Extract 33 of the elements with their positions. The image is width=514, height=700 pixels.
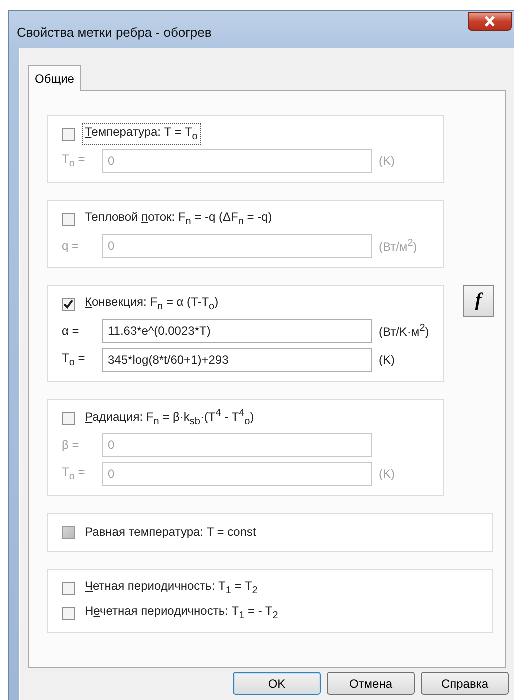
close-button[interactable] <box>468 12 512 31</box>
field-label: T$_{o}$ = <box>62 152 86 170</box>
dialog-button[interactable]: Отмена <box>327 672 415 695</box>
window-title: Свойства метки ребра - обогрев <box>16 24 212 40</box>
field-label: T$_{o}$ = <box>62 465 86 483</box>
checkbox[interactable] <box>62 128 75 140</box>
unit-label: (K) <box>379 353 395 367</box>
checkbox-label[interactable]: Тепловой поток: F$_{n}$ = -q (ΔF$_{n}$ = -q) <box>82 208 276 230</box>
unit-label: (Вт/м$^{2}$) <box>379 238 418 254</box>
checkbox[interactable] <box>62 298 75 310</box>
input-field[interactable]: 345*log(8*t/60+1)+293 <box>102 348 372 372</box>
checkbox-label[interactable]: Конвекция: F$_{n}$ = α (T-T$_{o}$) <box>82 293 222 315</box>
dialog-button[interactable]: OK <box>233 672 321 695</box>
field-label: α = <box>62 324 80 338</box>
checkbox-label[interactable]: Радиация: F$_{n}$ = β·k$_{sb}$·(T$^{4}$ - T$^{4}$$_{o}$) <box>82 406 258 430</box>
input-field[interactable]: 11.63*e^(0.0023*T) <box>102 319 372 343</box>
formula-button[interactable]: f <box>463 285 494 317</box>
field-label: q = <box>62 239 80 253</box>
unit-label: (Вт/K·м$^{2}$) <box>379 323 430 339</box>
dialog-button[interactable]: Справка <box>421 672 509 695</box>
tab[interactable]: Общие <box>28 65 82 91</box>
field-label: β = <box>62 438 80 452</box>
unit-label: (K) <box>379 467 395 481</box>
checkbox-label[interactable]: Нечетная периодичность: T$_{1}$ = - T$_{2}$ <box>82 602 282 624</box>
checkbox[interactable] <box>62 212 75 226</box>
checkbox-label[interactable]: Температура: T = T$_{o}$ <box>82 123 201 145</box>
checkbox[interactable] <box>62 606 75 620</box>
unit-label: (K) <box>379 154 395 168</box>
checkbox-label[interactable]: Четная периодичность: T$_{1}$ = T$_{2}$ <box>82 577 261 599</box>
checkbox[interactable] <box>62 582 75 594</box>
field-label: T$_{o}$ = <box>62 351 86 369</box>
checkbox[interactable] <box>62 412 75 424</box>
close-icon <box>484 16 496 27</box>
